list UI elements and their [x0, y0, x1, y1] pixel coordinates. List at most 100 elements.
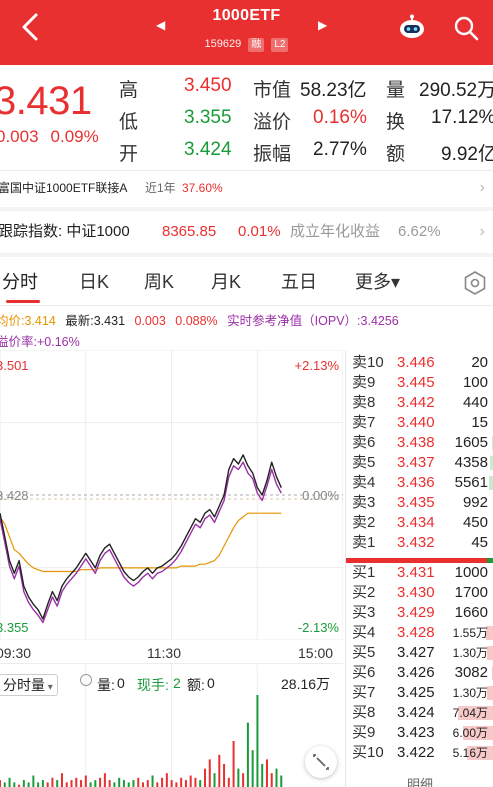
volume-bar [118, 777, 121, 787]
ask-row[interactable]: 卖8 3.442 440 [346, 393, 493, 413]
amount-value: 9.92亿 [441, 144, 493, 165]
book-level-label: 卖8 [352, 394, 376, 411]
tab-monthly-k[interactable]: 月K [211, 268, 241, 294]
bid-row[interactable]: 买7 3.425 1.30万 [346, 683, 493, 703]
bid-row[interactable]: 买9 3.423 6.00万 [346, 723, 493, 743]
volume-bar [194, 777, 197, 787]
divider [0, 305, 493, 306]
bid-row[interactable]: 买4 3.428 1.55万 [346, 623, 493, 643]
book-price: 3.423 [397, 724, 435, 741]
ask-row[interactable]: 卖7 3.440 15 [346, 413, 493, 433]
book-price: 3.422 [397, 744, 435, 761]
volume-bar [237, 768, 240, 787]
volume-bar [27, 782, 30, 787]
bid-row[interactable]: 买6 3.426 3082 [346, 663, 493, 683]
expand-icon[interactable] [305, 746, 337, 778]
volume-bar [146, 780, 149, 787]
book-level-label: 卖10 [352, 354, 384, 371]
volume-bar [51, 777, 54, 787]
x-tick-open: 09:30 [0, 645, 32, 661]
volume-bar [41, 780, 44, 787]
amount-label: 额 [386, 144, 406, 165]
volume-bar [156, 782, 159, 787]
tab-weekly-k[interactable]: 周K [144, 268, 174, 294]
chevron-right-icon[interactable]: › [480, 212, 485, 252]
volume-bar [113, 782, 116, 787]
ask-row[interactable]: 卖3 3.435 992 [346, 493, 493, 513]
triangle-right-icon[interactable]: ▶ [318, 18, 327, 32]
book-volume: 440 [462, 394, 488, 411]
ask-row[interactable]: 卖6 3.438 1605 [346, 433, 493, 453]
fund-return: 37.60% [182, 181, 223, 195]
volume-bar [184, 780, 187, 787]
x-tick-close: 15:00 [298, 645, 334, 661]
avg-price-line [0, 512, 282, 573]
book-price: 3.438 [397, 434, 435, 451]
y-tick-pct-zero: 0.00% [302, 488, 339, 503]
divider [0, 207, 493, 211]
bid-row[interactable]: 买3 3.429 1660 [346, 603, 493, 623]
ask-row[interactable]: 卖10 3.446 20 [346, 353, 493, 373]
tab-more[interactable]: 更多▾ [355, 268, 400, 294]
ask-row[interactable]: 卖4 3.436 5561 [346, 473, 493, 493]
settings-icon[interactable] [462, 270, 488, 296]
depth-bar [489, 476, 493, 490]
volume-bar [56, 780, 59, 787]
chevron-right-icon[interactable]: › [480, 171, 485, 205]
volume-bar [32, 775, 35, 787]
volume-bar [99, 777, 102, 787]
volume-bar [223, 764, 226, 787]
volume-bar [8, 777, 11, 787]
tab-daily-k[interactable]: 日K [79, 268, 109, 294]
tab-intraday[interactable]: 分时 [2, 268, 38, 294]
radio-icon[interactable] [80, 674, 92, 686]
premium-rate-value: +0.16% [36, 335, 80, 349]
book-volume: 7.04万 [452, 706, 488, 720]
ask-row[interactable]: 卖9 3.445 100 [346, 373, 493, 393]
ask-row[interactable]: 卖1 3.432 45 [346, 533, 493, 553]
volume-bar [175, 782, 178, 787]
y-tick-pct-low: -2.13% [298, 620, 340, 635]
book-level-label: 卖1 [352, 534, 376, 551]
low-value: 3.355 [184, 107, 232, 128]
robot-icon[interactable] [398, 14, 426, 42]
last-price: 3.431 [0, 79, 92, 123]
volume-header: 分时量 ▾ 量: 0 现手: 2 额: 0 28.16万 [0, 670, 343, 696]
hand-label: 现手: [137, 677, 169, 693]
amplitude-value: 2.77% [313, 139, 367, 160]
ask-row[interactable]: 卖2 3.434 450 [346, 513, 493, 533]
triangle-down-icon: ▾ [45, 682, 53, 693]
volume-label: 量 [386, 80, 406, 101]
tab-five-day[interactable]: 五日 [281, 268, 317, 294]
annual-return-value: 6.62% [398, 223, 441, 240]
bid-row[interactable]: 买1 3.431 1000 [346, 563, 493, 583]
search-icon[interactable] [452, 14, 480, 42]
premium-legend: 溢价率:+0.16% [0, 331, 80, 350]
iopv-label: 实时参考净值（IOPV）: [227, 314, 361, 328]
book-detail-tab[interactable]: 明细 [346, 774, 493, 787]
volume-bar [261, 764, 264, 787]
ask-row[interactable]: 卖5 3.437 4358 [346, 453, 493, 473]
book-level-label: 买8 [352, 704, 376, 721]
book-volume: 1.55万 [452, 626, 488, 640]
bid-row[interactable]: 买5 3.427 1.30万 [346, 643, 493, 663]
book-volume: 1605 [454, 434, 488, 451]
turnover-label: 换 [386, 112, 406, 133]
price-line [0, 454, 282, 620]
book-price: 3.430 [397, 584, 435, 601]
divider [0, 253, 493, 257]
chart-tabs: 分时 日K 周K 月K 五日 更多▾ [0, 258, 493, 304]
volume-bar [80, 780, 83, 787]
tracking-index-value: 8365.85 [162, 223, 217, 240]
bid-row[interactable]: 买8 3.424 7.04万 [346, 703, 493, 723]
premium-label: 溢价 [253, 112, 292, 133]
tracking-index-row[interactable]: 跟踪指数: 中证1000 8365.85 0.01% 成立年化收益 6.62% … [0, 212, 493, 252]
premium-rate-label: 溢价率: [0, 335, 37, 349]
bid-row[interactable]: 买10 3.422 5.16万 [346, 743, 493, 763]
bid-row[interactable]: 买2 3.430 1700 [346, 583, 493, 603]
legend-change: 0.003 [134, 314, 166, 328]
linked-fund-row[interactable]: 富国中证1000ETF联接A 近1年 37.60% › [0, 171, 493, 205]
intraday-chart[interactable]: 3.501 3.428 3.355 +2.13% 0.00% -2.13% [0, 350, 343, 640]
volume-bar [203, 768, 206, 787]
volume-selector[interactable]: 分时量 ▾ [0, 674, 58, 696]
